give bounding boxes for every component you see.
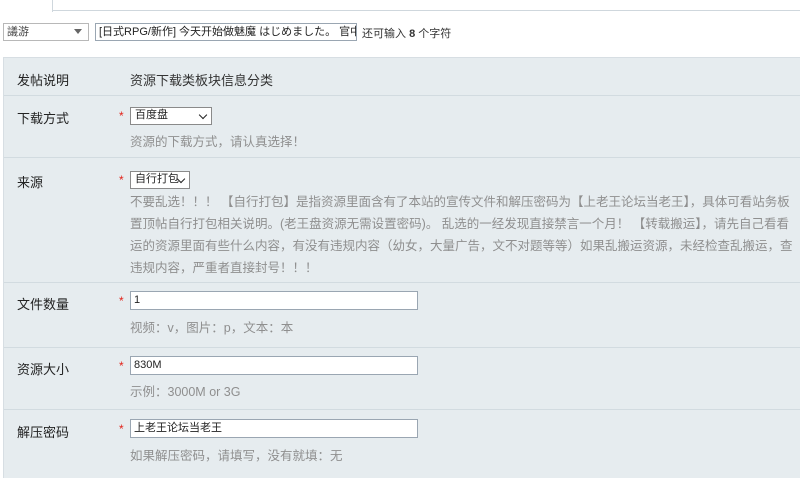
title-hint-suffix: 个字符 <box>418 28 452 40</box>
active-tab[interactable] <box>0 0 53 12</box>
description-text: 资源下载类板块信息分类 <box>130 73 274 88</box>
file-count-label: 文件数量 <box>17 297 70 312</box>
chevron-down-icon <box>198 110 208 120</box>
download-method-select[interactable]: 百度盘 <box>130 107 212 125</box>
row-download-method: 下载方式 * 百度盘 资源的下载方式，请认真选择！ <box>4 96 800 158</box>
resource-size-label: 资源大小 <box>17 362 70 377</box>
thread-type-value: 議游 <box>7 26 29 38</box>
required-mark: * <box>119 359 124 373</box>
source-select[interactable]: 自行打包 <box>130 171 190 189</box>
required-mark: * <box>119 173 124 187</box>
required-mark: * <box>119 109 124 123</box>
unzip-password-label: 解压密码 <box>17 425 70 440</box>
unzip-password-input[interactable]: 上老王论坛当老王 <box>130 419 418 438</box>
row-description: 发帖说明 资源下载类板块信息分类 <box>4 58 800 96</box>
required-mark: * <box>119 294 124 308</box>
required-mark: * <box>119 422 124 436</box>
row-file-count: 文件数量 * 1 视频：v，图片：p，文本：本 <box>4 283 800 348</box>
source-note-line-3: 运的资源里面有些什么内容，有没有违规内容（幼女，大量广告，文不对题等等）如果乱搬… <box>130 239 793 253</box>
download-method-hint: 资源的下载方式，请认真选择！ <box>130 135 306 149</box>
unzip-password-hint: 如果解压密码，请填写，没有就填：无 <box>130 449 343 463</box>
thread-type-select[interactable]: 議游 <box>3 23 89 41</box>
resource-size-input[interactable]: 830M <box>130 356 418 375</box>
title-hint-prefix: 还可输入 <box>362 28 406 40</box>
description-label: 发帖说明 <box>17 73 70 88</box>
title-hint-count: 8 <box>409 28 416 40</box>
tab-underline <box>52 10 800 11</box>
resource-size-hint: 示例：3000M or 3G <box>130 385 241 399</box>
source-note-line-1: 不要乱选！！！ 【自行打包】是指资源里面含有了本站的宣传文件和解压密码为【上老王… <box>130 195 790 209</box>
source-value: 自行打包 <box>135 173 179 185</box>
row-source: 来源 * 自行打包 不要乱选！！！ 【自行打包】是指资源里面含有了本站的宣传文件… <box>4 158 800 283</box>
download-method-label: 下载方式 <box>17 111 70 126</box>
post-form-panel: 发帖说明 资源下载类板块信息分类 下载方式 * 百度盘 资源的下载方式，请认真选… <box>3 57 800 478</box>
download-method-value: 百度盘 <box>135 109 168 121</box>
source-note-line-4: 违规内容，严重者直接封号！！！ <box>130 261 318 275</box>
top-tab-bar <box>0 0 800 12</box>
subject-row: 議游 [日式RPG/新作] 今天开始做魅魔 はじめました。 官中版 还可输入 8… <box>0 21 800 45</box>
file-count-input[interactable]: 1 <box>130 291 418 310</box>
dropdown-arrow-icon <box>74 29 82 34</box>
file-count-hint: 视频：v，图片：p，文本：本 <box>130 321 294 335</box>
source-note-line-2: 置顶帖自行打包相关说明。(老王盘资源无需设置密码)。 乱选的一经发现直接禁言一个… <box>130 217 790 231</box>
subject-title-input[interactable]: [日式RPG/新作] 今天开始做魅魔 はじめました。 官中版 <box>95 23 357 41</box>
row-unzip-password: 解压密码 * 上老王论坛当老王 如果解压密码，请填写，没有就填：无 <box>4 410 800 479</box>
title-char-hint: 还可输入 8 个字符 <box>362 25 451 41</box>
source-label: 来源 <box>17 175 44 190</box>
row-resource-size: 资源大小 * 830M 示例：3000M or 3G <box>4 348 800 410</box>
